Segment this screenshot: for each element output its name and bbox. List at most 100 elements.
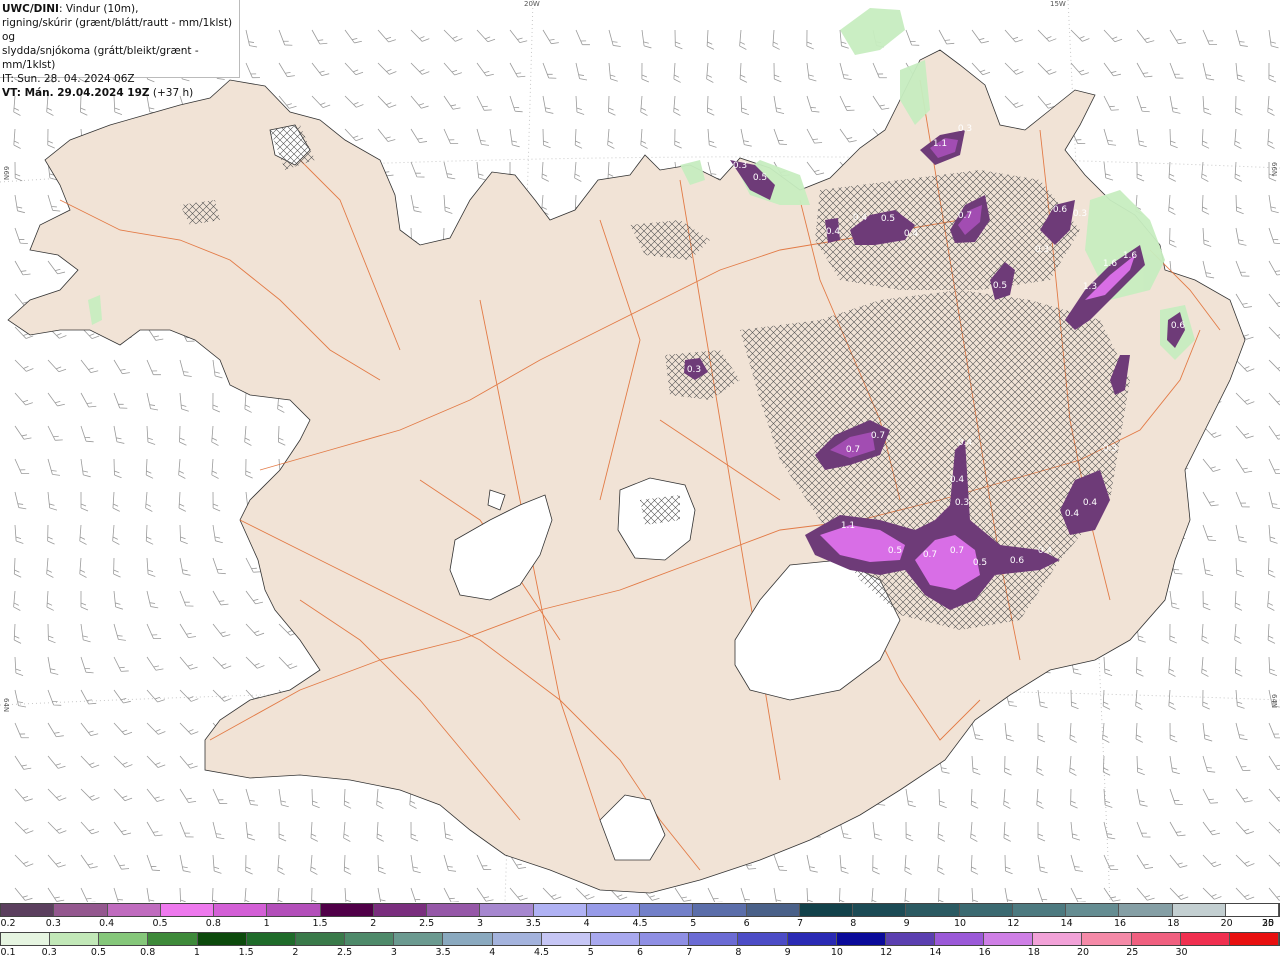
- legend-label: 18: [1027, 947, 1040, 958]
- legend-swatch: [746, 904, 800, 916]
- legend-swatch: [885, 933, 935, 945]
- legend-label: 1: [193, 947, 200, 958]
- precip-label: 1.6: [1103, 259, 1118, 269]
- precip-label: 0.5: [881, 214, 895, 224]
- legend-label: 7: [796, 918, 804, 929]
- legend-swatch: [1119, 904, 1173, 916]
- legend-swatch: [1131, 933, 1181, 945]
- precip-label: 0.7: [950, 546, 964, 556]
- precip-label: 0.3: [955, 498, 969, 508]
- map-description-line3: slydda/snjókoma (grátt/bleikt/grænt - mm…: [2, 45, 199, 71]
- legend-swatch: [427, 904, 481, 916]
- legend-swatch: [295, 933, 346, 945]
- legend-swatch: [99, 933, 149, 945]
- legend-label: 2.5: [419, 918, 435, 929]
- legend-label: 10: [830, 947, 843, 958]
- precip-label: 0.3: [1035, 245, 1049, 255]
- legend-label: 20: [1077, 947, 1090, 958]
- iceland-map: 0.3 0.5 1.1 0.3 0.4 0.4 0.5 0.4 0.7 0.6 …: [0, 0, 1280, 902]
- legend-swatch: [50, 933, 100, 945]
- legend-label: 10: [953, 918, 967, 929]
- legend-swatch: [984, 933, 1034, 945]
- precip-label: 0.3: [958, 124, 972, 134]
- legend-swatch: [1082, 933, 1132, 945]
- legend-swatch: [214, 904, 268, 916]
- legend-label: 2: [292, 947, 299, 958]
- legend-label: 4: [583, 918, 590, 929]
- legend-rain-labels: 0.1 0.3 0.5 0.8 1 1.5 2 2.5 3 3.5 4 4.5 5 6 7 8 9 10 12 14 1…: [0, 947, 1280, 960]
- legend-swatch: [541, 933, 591, 945]
- legend-rain-colorbar: [0, 932, 1280, 946]
- legend-label: 4: [489, 947, 496, 958]
- legend-snow-colorbar: [0, 903, 1280, 917]
- legend-snow-labels: 0.2 0.3 0.4 0.5 0.8 1 1.5 2 2.5 3 3.5 4 4.5 5 6 7 8 9 10 12…: [0, 918, 1280, 931]
- legend-label: 0.3: [45, 918, 61, 929]
- legend-swatch: [1172, 904, 1226, 916]
- precip-label: 0.3: [733, 161, 747, 171]
- legend-swatch: [345, 933, 395, 945]
- legend-swatch: [320, 904, 374, 916]
- valid-time: VT: Mán. 29.04.2024 19Z: [2, 87, 150, 99]
- legend-rain: 0.1 0.3 0.5 0.8 1 1.5 2 2.5 3 3.5 4 4.5 5 6 7 8 9 10 12 14 1…: [0, 932, 1280, 960]
- legend-swatch: [689, 933, 739, 945]
- legend-label: 16: [978, 947, 991, 958]
- precip-label: 0.5: [753, 173, 767, 183]
- legend-label: 0.1: [0, 947, 16, 958]
- legend-swatch: [148, 933, 198, 945]
- legend-swatch: [1180, 933, 1230, 945]
- legend-label: 0.2: [0, 918, 16, 929]
- lat-label-64n-right: 64N: [1270, 694, 1278, 709]
- legend-swatch: [394, 933, 444, 945]
- precip-label: 0.4: [904, 229, 919, 239]
- legend-label: 14: [929, 947, 942, 958]
- precip-label: 0.4: [853, 213, 868, 223]
- legend-label: 3.5: [525, 918, 541, 929]
- legend-label: 25: [1126, 947, 1139, 958]
- legend-swatch: [738, 933, 788, 945]
- legend-swatch: [246, 933, 296, 945]
- legend-swatch: [54, 904, 108, 916]
- legend-swatch: [1225, 904, 1279, 916]
- legend-label: 4.5: [632, 918, 648, 929]
- legend-swatch: [934, 933, 985, 945]
- legend-swatch: [590, 933, 641, 945]
- legend-label: 6: [636, 947, 644, 958]
- legend-label: 2: [370, 918, 377, 929]
- legend-label: 8: [735, 947, 742, 958]
- legend-swatch: [1, 933, 51, 945]
- map-title: UWC/DINI: [2, 3, 59, 15]
- legend-swatch: [853, 904, 907, 916]
- legend-swatch: [1, 904, 55, 916]
- precip-label: 0.3: [1103, 444, 1117, 454]
- lat-label-66n-right: 66N: [1270, 162, 1278, 177]
- lon-label-15w: 15W: [1050, 0, 1066, 8]
- legend-swatch: [373, 904, 427, 916]
- legend-swatch: [267, 904, 321, 916]
- legend-label: 16: [1113, 918, 1127, 929]
- legend-swatch: [640, 904, 694, 916]
- map-title-box: UWC/DINI: Vindur (10m), rigning/skúrir (…: [0, 0, 240, 99]
- legend-swatch: [1066, 904, 1120, 916]
- precip-label: 1.1: [841, 521, 855, 531]
- precip-label: 0.7: [846, 445, 860, 455]
- legend-swatch: [787, 933, 837, 945]
- legend-label: 2.5: [337, 947, 353, 958]
- legend-label: 12: [880, 947, 893, 958]
- legend-label: 9: [784, 947, 791, 958]
- legend-label: 18: [1167, 918, 1180, 929]
- lat-label-66n-left: 66N: [2, 166, 10, 181]
- precip-label: 0.7: [923, 550, 937, 560]
- map-description-line1: : Vindur (10m),: [58, 3, 139, 15]
- precip-label: 0.4: [1065, 509, 1080, 519]
- precip-label: 0.6: [1171, 321, 1186, 331]
- legend-label: 4.5: [533, 947, 550, 958]
- legend-label: 0.5: [152, 918, 168, 929]
- legend-swatch: [492, 933, 542, 945]
- legend-label: 8: [850, 918, 857, 929]
- legend-swatch: [799, 904, 853, 916]
- legend-label: 0.3: [41, 947, 57, 958]
- legend-label: 30: [1175, 947, 1188, 958]
- legend-swatch: [959, 904, 1013, 916]
- legend-label: 0.4: [99, 918, 115, 929]
- valid-offset: (+37 h): [149, 87, 194, 99]
